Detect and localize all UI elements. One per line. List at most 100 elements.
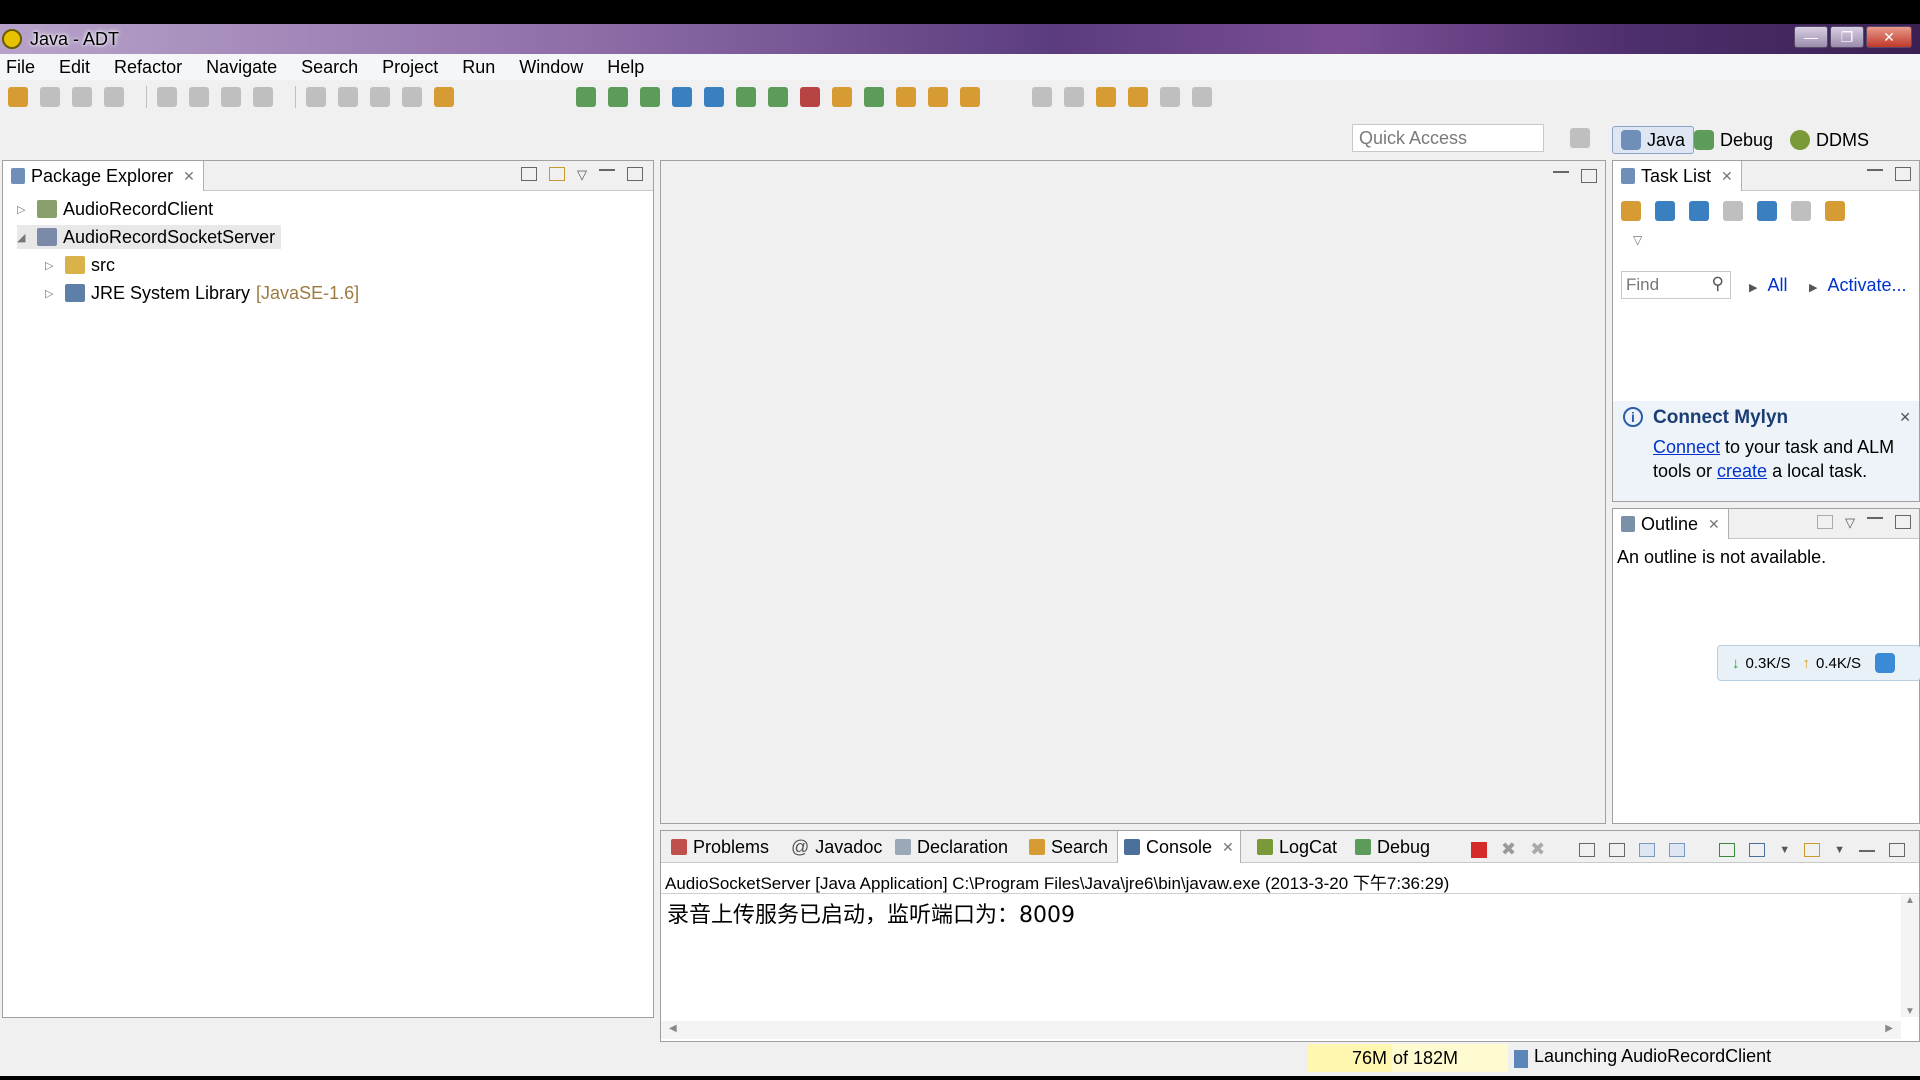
new-android-project-icon[interactable]: [672, 87, 692, 107]
maximize-view-icon[interactable]: [1581, 169, 1597, 183]
perspective-ddms-button[interactable]: DDMS: [1790, 126, 1869, 154]
menu-navigate[interactable]: Navigate: [206, 57, 277, 78]
categorized-icon[interactable]: [1655, 201, 1675, 221]
new-java-class-icon[interactable]: [864, 87, 884, 107]
android-avd-manager-icon[interactable]: [608, 87, 628, 107]
menu-file[interactable]: File: [6, 57, 35, 78]
external-tools-icon[interactable]: [800, 87, 820, 107]
close-icon[interactable]: ✕: [1708, 516, 1720, 533]
new-java-package-icon[interactable]: [832, 87, 852, 107]
restore-button[interactable]: ❐: [1830, 26, 1864, 48]
print-icon[interactable]: [104, 87, 124, 107]
search-tool-icon[interactable]: [960, 87, 980, 107]
tab-task-list[interactable]: Task List ✕: [1613, 161, 1742, 191]
expand-icon[interactable]: ▷: [45, 259, 57, 272]
trash-icon[interactable]: [1514, 1050, 1528, 1068]
android-sdk-manager-icon[interactable]: [576, 87, 596, 107]
focus-icon[interactable]: [1723, 201, 1743, 221]
tab-console[interactable]: Console ✕: [1117, 831, 1241, 863]
task-activate-link[interactable]: ▶ Activate...: [1809, 275, 1907, 296]
open-task-icon[interactable]: [928, 87, 948, 107]
step-into-icon[interactable]: [306, 87, 326, 107]
create-link[interactable]: create: [1717, 461, 1767, 481]
view-menu-icon[interactable]: ▽: [1633, 233, 1642, 247]
close-icon[interactable]: ✕: [1899, 409, 1911, 426]
close-icon[interactable]: ✕: [1222, 839, 1234, 856]
perspective-java-button[interactable]: Java: [1612, 126, 1695, 154]
collapse-icon[interactable]: ◢: [17, 231, 29, 244]
menu-edit[interactable]: Edit: [59, 57, 90, 78]
connect-link[interactable]: Connect: [1653, 437, 1720, 457]
pin-console-icon[interactable]: [1719, 842, 1736, 857]
lint-check-icon[interactable]: [640, 87, 660, 107]
tree-item-src[interactable]: ▷ src: [45, 253, 115, 277]
menu-refactor[interactable]: Refactor: [114, 57, 182, 78]
view-menu-icon[interactable]: ▽: [577, 167, 587, 183]
chevron-down-icon[interactable]: ▼: [1779, 844, 1790, 856]
maximize-view-icon[interactable]: [1895, 515, 1911, 529]
use-step-filters-icon[interactable]: [434, 87, 454, 107]
tree-item-project[interactable]: ◢ AudioRecordSocketServer: [17, 225, 282, 249]
minimize-view-icon[interactable]: [1553, 169, 1569, 173]
tab-debug[interactable]: Debug: [1349, 831, 1436, 863]
drop-to-frame-icon[interactable]: [402, 87, 422, 107]
disconnect-icon[interactable]: [253, 87, 273, 107]
tab-package-explorer[interactable]: Package Explorer ✕: [3, 161, 204, 191]
scroll-lock-icon[interactable]: [1609, 842, 1626, 857]
collapse-all-icon[interactable]: [521, 167, 537, 181]
open-perspective-icon[interactable]: [1570, 128, 1590, 148]
perspective-debug-button[interactable]: Debug: [1694, 126, 1773, 154]
hide-completed-icon[interactable]: [1757, 201, 1777, 221]
expand-icon[interactable]: ▷: [17, 203, 29, 216]
maximize-view-icon[interactable]: [627, 167, 643, 181]
suspend-icon[interactable]: [189, 87, 209, 107]
terminate-icon[interactable]: [221, 87, 241, 107]
minimize-view-icon[interactable]: [1867, 515, 1883, 519]
forward-icon[interactable]: [1160, 87, 1180, 107]
save-all-icon[interactable]: [72, 87, 92, 107]
display-selected-console-icon[interactable]: [1749, 842, 1766, 857]
remove-all-terminated-icon[interactable]: ✖: [1530, 839, 1545, 860]
close-button[interactable]: ✕: [1866, 26, 1912, 48]
tab-search[interactable]: Search: [1023, 831, 1114, 863]
menu-run[interactable]: Run: [462, 57, 495, 78]
last-edit-location-icon[interactable]: [1096, 87, 1116, 107]
tab-problems[interactable]: Problems: [665, 831, 775, 863]
resume-icon[interactable]: [157, 87, 177, 107]
tab-outline[interactable]: Outline ✕: [1613, 509, 1729, 539]
horizontal-scrollbar[interactable]: ◀ ▶: [661, 1021, 1901, 1039]
show-on-stdout-icon[interactable]: [1639, 842, 1656, 857]
chevron-down-icon[interactable]: ▼: [1834, 844, 1845, 856]
new-icon[interactable]: [8, 87, 28, 107]
show-on-stderr-icon[interactable]: [1669, 842, 1686, 857]
minimize-view-icon[interactable]: [1858, 848, 1875, 852]
maximize-view-icon[interactable]: [1895, 167, 1911, 181]
tab-declaration[interactable]: Declaration: [889, 831, 1014, 863]
expand-icon[interactable]: ▷: [45, 287, 57, 300]
minimize-view-icon[interactable]: [599, 167, 615, 171]
menu-search[interactable]: Search: [301, 57, 358, 78]
tree-item-project[interactable]: ▷ AudioRecordClient: [17, 197, 213, 221]
link-with-editor-icon[interactable]: [549, 167, 565, 181]
view-menu-icon[interactable]: ▽: [1845, 515, 1855, 531]
open-console-icon[interactable]: [1804, 842, 1821, 857]
menu-window[interactable]: Window: [519, 57, 583, 78]
next-annotation-icon[interactable]: [1032, 87, 1052, 107]
save-icon[interactable]: [40, 87, 60, 107]
tab-logcat[interactable]: LogCat: [1251, 831, 1343, 863]
task-find-input[interactable]: Find ⚲: [1621, 271, 1731, 299]
open-type-icon[interactable]: [896, 87, 916, 107]
scheduled-icon[interactable]: [1689, 201, 1709, 221]
menu-project[interactable]: Project: [382, 57, 438, 78]
new-task-icon[interactable]: [1621, 201, 1641, 221]
menu-help[interactable]: Help: [607, 57, 644, 78]
heap-status[interactable]: 76M of 182M: [1308, 1044, 1508, 1072]
maximize-view-icon[interactable]: [1888, 842, 1905, 857]
clear-console-icon[interactable]: [1579, 842, 1596, 857]
minimize-button[interactable]: —: [1794, 26, 1828, 48]
task-filter-all[interactable]: ▶ All: [1749, 275, 1787, 296]
close-icon[interactable]: ✕: [1721, 168, 1733, 185]
sync-icon[interactable]: [1825, 201, 1845, 221]
step-return-icon[interactable]: [370, 87, 390, 107]
network-icon[interactable]: [1875, 653, 1896, 673]
